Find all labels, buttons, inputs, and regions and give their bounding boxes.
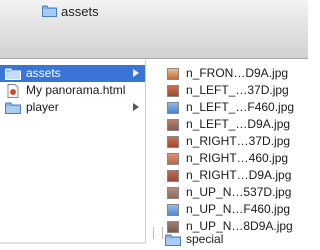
chevron-right-icon (133, 103, 139, 111)
image-file-icon (165, 186, 181, 200)
list-item-special[interactable]: special (147, 231, 223, 248)
image-file-icon (165, 67, 181, 81)
location-indicator: assets (42, 3, 99, 19)
list-item-label: n_LEFT_…37D.jpg (186, 83, 289, 97)
list-item-label: n_RIGHT…460.jpg (186, 151, 289, 165)
image-file-icon (165, 118, 181, 132)
chevron-right-icon (133, 69, 139, 77)
list-item[interactable]: n_FRON…D9A.jpg (147, 65, 288, 82)
image-thumbnail (167, 186, 179, 199)
image-file-icon (165, 135, 181, 149)
list-item-label: n_LEFT_…F460.jpg (186, 100, 295, 114)
folder-icon (5, 101, 21, 115)
folder-icon (165, 233, 181, 247)
list-item-label: n_UP_N…537D.jpg (186, 185, 292, 199)
image-file-icon (165, 203, 181, 217)
list-item-label: assets (26, 66, 61, 80)
column-browser: assets My panorama.html player n_FRON…D9… (0, 60, 308, 246)
list-item-assets[interactable]: assets (0, 65, 145, 82)
image-thumbnail (167, 84, 179, 97)
list-item-label: n_RIGHT…37D.jpg (186, 134, 291, 148)
list-item-label: special (186, 232, 224, 246)
list-item-player[interactable]: player (0, 99, 145, 116)
image-file-icon (165, 152, 181, 166)
list-item-label: n_UP_N…F460.jpg (186, 202, 291, 216)
list-item[interactable]: n_RIGHT…D9A.jpg (147, 167, 291, 184)
list-item-label: n_LEFT_…D9A.jpg (186, 117, 291, 131)
list-item-label: player (26, 100, 59, 114)
list-item[interactable]: n_RIGHT…37D.jpg (147, 133, 290, 150)
list-item[interactable]: n_UP_N…537D.jpg (147, 184, 291, 201)
image-thumbnail (167, 152, 179, 165)
image-file-icon (165, 101, 181, 115)
list-item-my-panorama[interactable]: My panorama.html (0, 82, 145, 99)
list-item[interactable]: n_LEFT_…F460.jpg (147, 99, 294, 116)
folder-icon (42, 5, 57, 17)
list-item[interactable]: n_LEFT_…D9A.jpg (147, 116, 290, 133)
image-thumbnail (167, 169, 179, 182)
window-toolbar: assets (0, 0, 308, 59)
image-file-icon (165, 169, 181, 183)
list-item-label: n_RIGHT…D9A.jpg (186, 168, 292, 182)
column-1: assets My panorama.html player (0, 60, 163, 244)
image-file-icon (165, 84, 181, 98)
list-item[interactable]: n_RIGHT…460.jpg (147, 150, 288, 167)
column-2: n_FRON…D9A.jpg n_LEFT_…37D.jpg n_LEFT_…F… (147, 60, 308, 246)
image-thumbnail (167, 203, 179, 216)
list-item-label: n_FRON…D9A.jpg (186, 66, 289, 80)
folder-icon (5, 67, 21, 81)
image-thumbnail (167, 67, 179, 80)
list-item[interactable]: n_LEFT_…37D.jpg (147, 82, 289, 99)
list-item-label: My panorama.html (26, 83, 126, 97)
list-item[interactable]: n_UP_N…F460.jpg (147, 201, 290, 218)
image-thumbnail (167, 118, 179, 131)
image-thumbnail (167, 135, 179, 148)
location-label: assets (61, 3, 99, 19)
html-file-icon (5, 83, 21, 98)
image-thumbnail (167, 101, 179, 114)
